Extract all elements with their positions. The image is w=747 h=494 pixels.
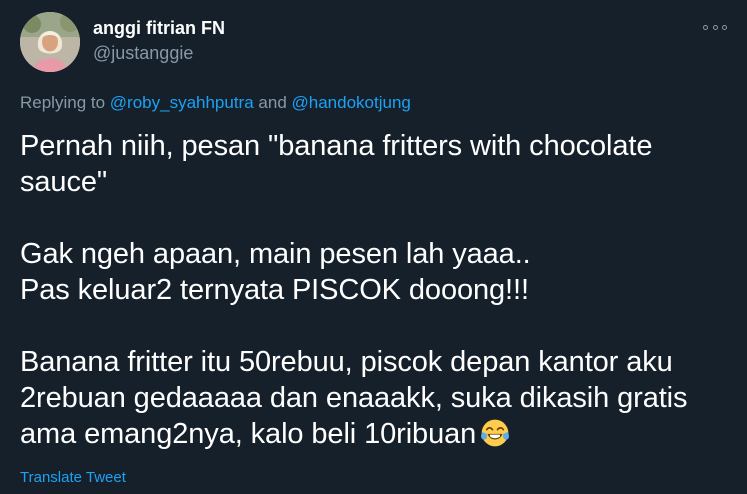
tweet-card: anggi fitrian FN @justanggie Replying to… <box>0 0 747 494</box>
tweet-paragraph-2: Gak ngeh apaan, main pesen lah yaaa.. Pa… <box>20 238 531 306</box>
tweet-paragraph-3: Banana fritter itu 50rebuu, piscok depan… <box>20 346 696 450</box>
avatar[interactable] <box>20 12 80 72</box>
tweet-body: Pernah niih, pesan "banana fritters with… <box>20 128 732 452</box>
author-name[interactable]: anggi fitrian FN <box>93 17 225 39</box>
more-options-icon[interactable] <box>703 18 727 36</box>
replying-to-line: Replying to @roby_syahhputra and @handok… <box>20 92 411 114</box>
face-with-tears-of-joy-icon <box>481 419 510 447</box>
author-handle[interactable]: @justanggie <box>93 42 193 64</box>
replying-joiner: and <box>253 93 292 112</box>
tweet-paragraph-1: Pernah niih, pesan "banana fritters with… <box>20 130 661 198</box>
translate-tweet-link[interactable]: Translate Tweet <box>20 468 126 488</box>
mention-link-2[interactable]: @handokotjung <box>292 93 411 112</box>
replying-prefix: Replying to <box>20 93 110 112</box>
mention-link-1[interactable]: @roby_syahhputra <box>110 93 254 112</box>
avatar-image <box>20 12 80 72</box>
